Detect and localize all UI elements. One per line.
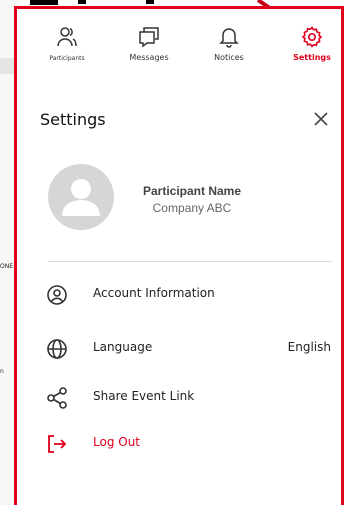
share-event-link-label: Share Event Link [93, 389, 195, 403]
language-item[interactable]: Language English [45, 334, 337, 364]
tab-bar: Participants Messages Notices Settings [17, 25, 341, 81]
language-value: English [287, 340, 331, 354]
share-icon [47, 387, 67, 409]
log-out-label: Log Out [93, 435, 141, 449]
user-circle-icon [47, 285, 67, 305]
log-out-item[interactable]: Log Out [45, 429, 337, 459]
user-silhouette-icon [62, 179, 100, 216]
tab-messages[interactable]: Messages [114, 25, 184, 62]
tab-messages-label: Messages [129, 53, 169, 62]
background-text-fragment: n [0, 368, 4, 375]
account-information-item[interactable]: Account Information [45, 280, 337, 310]
participants-icon [57, 27, 77, 47]
tab-notices[interactable]: Notices [194, 25, 264, 62]
settings-panel: Participants Messages Notices Settings S… [14, 6, 344, 505]
language-label: Language [93, 340, 153, 354]
background-bar [0, 58, 14, 74]
company-name: Company ABC [152, 201, 232, 215]
settings-title: Settings [40, 110, 106, 129]
gear-icon [301, 26, 323, 48]
account-information-label: Account Information [93, 286, 215, 300]
messages-icon [139, 27, 159, 48]
share-event-link-item[interactable]: Share Event Link [45, 383, 337, 413]
divider [48, 261, 332, 262]
close-icon[interactable] [309, 107, 333, 131]
participant-name: Participant Name [142, 184, 242, 198]
avatar [48, 164, 114, 230]
tab-settings-label: Settings [293, 53, 331, 62]
tab-notices-label: Notices [214, 53, 244, 62]
background-text-fragment: ONE [0, 263, 14, 270]
tab-participants[interactable]: Participants [32, 25, 102, 62]
logout-icon [48, 435, 67, 453]
tab-participants-label: Participants [49, 55, 85, 62]
bell-icon [219, 28, 239, 48]
globe-icon [47, 339, 67, 359]
tab-settings[interactable]: Settings [277, 25, 347, 62]
